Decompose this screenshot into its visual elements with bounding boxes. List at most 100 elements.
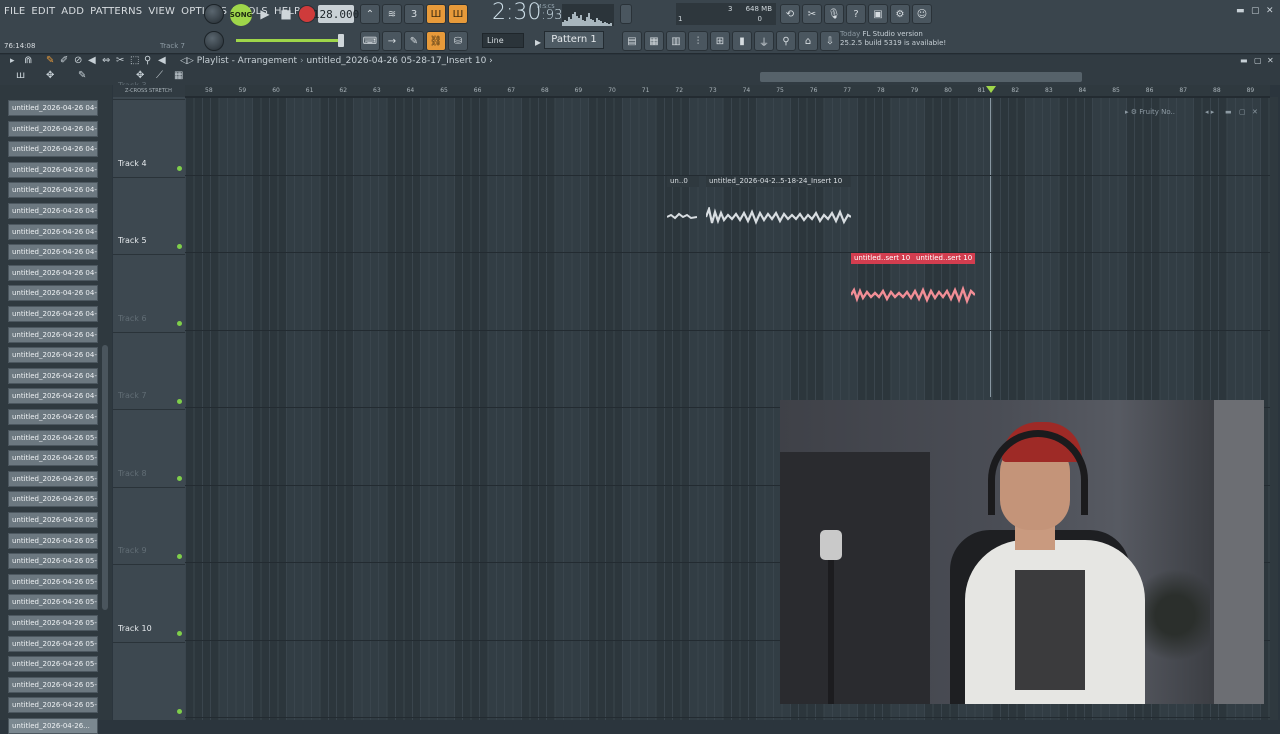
header-options[interactable]: Z-CROSS STRETCH xyxy=(113,85,185,97)
clip-header[interactable]: untitled_2026-04-2..5-18-24_Insert 10 xyxy=(706,176,851,187)
tools-icon[interactable]: ✂ xyxy=(802,4,822,24)
link-icon[interactable]: ⛓ xyxy=(426,31,446,51)
routing-icon[interactable]: ⊞ xyxy=(710,31,730,51)
browser-item[interactable]: untitled_2026-04-26 05-... xyxy=(8,512,98,528)
fruity-max-icon[interactable]: ▢ xyxy=(1239,108,1246,116)
browser-item[interactable]: untitled_2026-04-26 04-... xyxy=(8,100,98,116)
step-edit-icon[interactable]: Ш xyxy=(426,4,446,24)
microphone-icon[interactable]: 🎙 xyxy=(824,4,844,24)
browser-scrollbar[interactable] xyxy=(102,345,108,610)
song-mode-toggle[interactable]: SONG xyxy=(230,4,252,26)
mixer-link-icon[interactable]: ⚙ xyxy=(890,4,910,24)
paint-tool-icon[interactable]: ✐ xyxy=(60,55,68,66)
pl-maximize-icon[interactable]: ▢ xyxy=(1254,56,1262,65)
fruity-plugin-strip[interactable]: ▸ ⚙ Fruity No.. ◂ ▸ ▬ ▢ ✕ xyxy=(1125,108,1265,121)
track-header[interactable]: Track 9 xyxy=(113,488,185,636)
plug-icon[interactable]: ⏚ xyxy=(754,31,774,51)
clip-header[interactable]: un..0 xyxy=(667,176,699,187)
browser-item[interactable]: untitled_2026-04-26 04-... xyxy=(8,326,98,343)
browser-item[interactable]: untitled_2026-04-26 04-... xyxy=(8,388,98,405)
draw-tool-icon[interactable]: ✎ xyxy=(46,55,54,66)
menu-item-add[interactable]: ADD xyxy=(61,6,84,17)
faders-icon[interactable]: ⫶ xyxy=(688,31,708,51)
menu-item-file[interactable]: FILE xyxy=(4,6,25,17)
wait-input-icon[interactable]: ≋ xyxy=(382,4,402,24)
pitch-knob[interactable] xyxy=(204,31,224,51)
menu-item-edit[interactable]: EDIT xyxy=(31,6,55,17)
pl-minimize-icon[interactable]: ▬ xyxy=(1240,56,1248,65)
browser-item[interactable]: untitled_2026-04-26 05-... xyxy=(8,697,98,714)
clip-header[interactable]: untitled..sert 10 xyxy=(913,253,975,264)
stamp-icon[interactable]: ⛁ xyxy=(448,31,468,51)
browser-item[interactable]: untitled_2026-04-26 04-... xyxy=(8,367,98,384)
tempo-display[interactable]: 128.000 xyxy=(313,5,359,23)
fruity-close-icon[interactable]: ✕ xyxy=(1252,108,1258,116)
horizontal-scrollbar[interactable] xyxy=(760,72,1082,82)
minimize-icon[interactable]: ▬ xyxy=(1236,6,1245,16)
piano-roll-icon[interactable]: ⌨ xyxy=(360,31,380,51)
update-notice[interactable]: Today FL Studio version 25.2.5 build 531… xyxy=(840,30,948,52)
track-header[interactable]: Track 7 xyxy=(113,333,185,481)
channel-rack-icon[interactable]: ▦ xyxy=(644,31,664,51)
download-icon[interactable]: ⇩ xyxy=(820,31,840,51)
pencil-icon[interactable]: ✎ xyxy=(404,31,424,51)
browser-item[interactable]: untitled_2026-04-26 05-... xyxy=(8,656,98,673)
browser-icon[interactable]: ⚲ xyxy=(776,31,796,51)
loop-record-icon[interactable]: Ш xyxy=(448,4,468,24)
browser-item[interactable]: untitled_2026-04-26 04-... xyxy=(8,223,98,240)
pl-close-icon[interactable]: ✕ xyxy=(1267,56,1274,65)
help-icon[interactable]: ? xyxy=(846,4,866,24)
metronome-icon[interactable]: ⌃ xyxy=(360,4,380,24)
mute-tool-icon[interactable]: ◀ xyxy=(88,55,96,66)
browser-item[interactable]: untitled_2026-04-26 05-... xyxy=(8,676,98,693)
browser-item[interactable]: untitled_2026-04-26 04-... xyxy=(8,120,98,137)
browser-item[interactable]: untitled_2026-04-26 04-... xyxy=(8,161,98,178)
track-header[interactable]: Track 5 xyxy=(113,178,185,326)
browser-item[interactable]: untitled_2026-04-26 05-... xyxy=(8,635,98,652)
browser-item[interactable]: untitled_2026-04-26 05-... xyxy=(8,594,98,611)
browser-item[interactable]: untitled_2026-04-26 05-... xyxy=(8,450,98,467)
browser-item[interactable]: untitled_2026-04-26 05-... xyxy=(8,491,98,508)
browser-item[interactable]: untitled_2026-04-26 05-... xyxy=(8,553,98,570)
mixer-icon[interactable]: ▥ xyxy=(666,31,686,51)
browser-item[interactable]: untitled_2026-04-26 05-... xyxy=(8,470,98,487)
play-icon[interactable]: ▶ xyxy=(255,4,275,24)
browser-item[interactable]: untitled_2026-04-26... xyxy=(8,718,98,734)
clip-header[interactable]: untitled..sert 10 xyxy=(851,253,913,264)
browser-item[interactable]: untitled_2026-04-26 04-... xyxy=(8,306,98,322)
playlist-menu-icon[interactable]: ▸ xyxy=(10,56,15,66)
close-icon[interactable]: ✕ xyxy=(1266,6,1274,16)
undo-history-icon[interactable]: ⟲ xyxy=(780,4,800,24)
master-volume-knob[interactable] xyxy=(204,4,224,24)
browser-item[interactable]: untitled_2026-04-26 04-... xyxy=(8,409,98,425)
plugin-icon[interactable]: ▮ xyxy=(732,31,752,51)
browser-item[interactable]: untitled_2026-04-26 04-... xyxy=(8,285,98,302)
browser-item[interactable]: untitled_2026-04-26 04-... xyxy=(8,182,98,199)
playhead-marker-icon[interactable] xyxy=(986,86,996,93)
browser-item[interactable]: untitled_2026-04-26 05-... xyxy=(8,532,98,549)
move-icon[interactable]: ✥ xyxy=(46,70,54,81)
browser-item[interactable]: untitled_2026-04-26 05-... xyxy=(8,429,98,446)
hat-icon[interactable]: ⌂ xyxy=(798,31,818,51)
delete-tool-icon[interactable]: ⊘ xyxy=(74,55,82,66)
arrow-right-icon[interactable]: → xyxy=(382,31,402,51)
master-pitch-slider[interactable] xyxy=(236,34,344,47)
timeline-ruler[interactable]: 58 59 60 61 62 63 64 65 66 67 68 69 70 71 72 73 74 75 76 77… xyxy=(185,85,1270,97)
browser-item[interactable]: untitled_2026-04-26 04-... xyxy=(8,203,98,219)
track-header[interactable]: Track 6 xyxy=(113,256,185,404)
stop-icon[interactable]: ■ xyxy=(276,4,296,24)
slip-tool-icon[interactable]: ⇔ xyxy=(102,55,110,66)
magnet-icon[interactable]: ⋒ xyxy=(24,55,32,66)
countdown-icon[interactable]: 3 xyxy=(404,4,424,24)
menu-item-view[interactable]: VIEW xyxy=(148,6,175,17)
playlist-icon[interactable]: ▤ xyxy=(622,31,642,51)
fruity-nav-icon[interactable]: ◂ ▸ xyxy=(1205,108,1214,116)
save-icon[interactable]: ▣ xyxy=(868,4,888,24)
browser-item[interactable]: untitled_2026-04-26 04-... xyxy=(8,264,98,281)
browser-toggle-icon[interactable]: ш xyxy=(16,70,25,81)
browser-item[interactable]: untitled_2026-04-26 04-... xyxy=(8,347,98,364)
chat-icon[interactable]: ☺ xyxy=(912,4,932,24)
track-led-icon[interactable] xyxy=(177,708,182,714)
track-header[interactable]: Track 10 xyxy=(113,566,185,714)
track-header[interactable]: Track 4 xyxy=(113,101,185,249)
